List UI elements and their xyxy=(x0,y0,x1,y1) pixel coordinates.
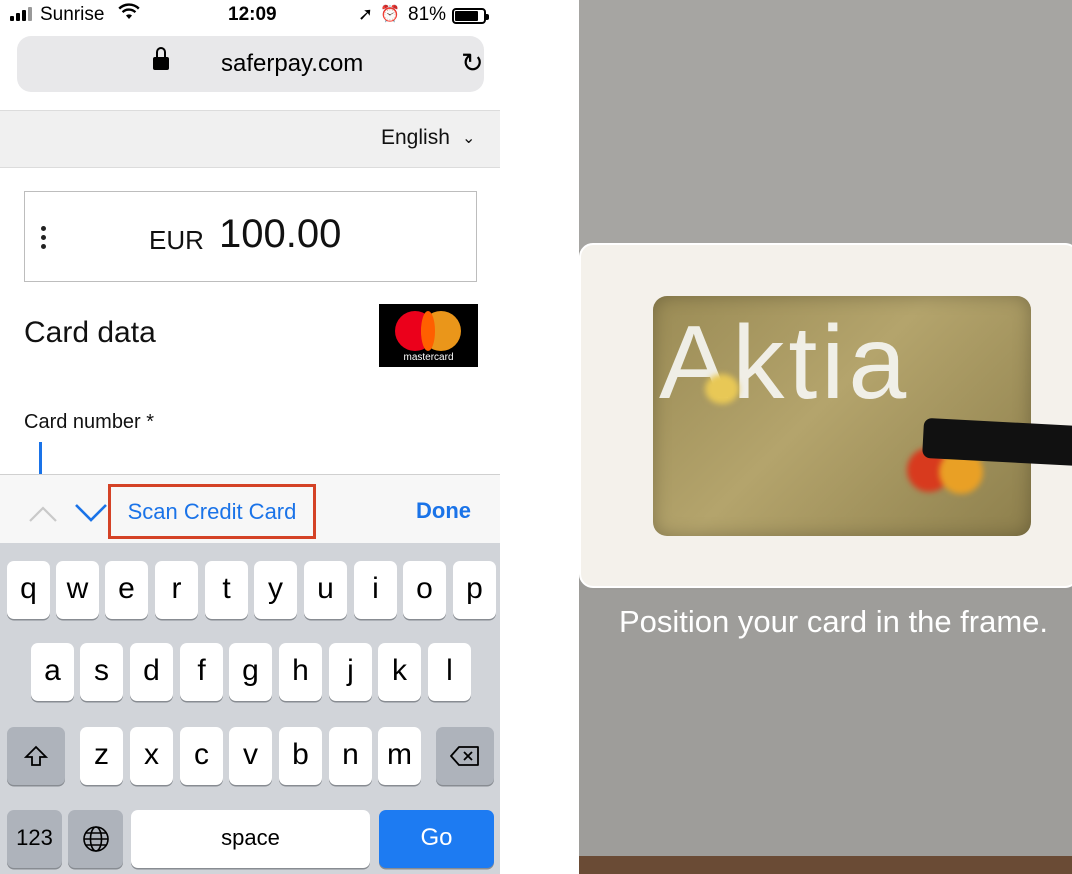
card-number-input[interactable] xyxy=(24,438,477,474)
card-chip xyxy=(705,374,739,404)
globe-icon xyxy=(82,826,109,852)
currency: EUR xyxy=(149,225,204,255)
key-y[interactable]: y xyxy=(254,561,297,619)
key-u[interactable]: u xyxy=(304,561,347,619)
key-r[interactable]: r xyxy=(155,561,198,619)
pen-object xyxy=(922,417,1072,467)
key-q[interactable]: q xyxy=(7,561,50,619)
key-m[interactable]: m xyxy=(378,727,421,785)
key-t[interactable]: t xyxy=(205,561,248,619)
key-i[interactable]: i xyxy=(354,561,397,619)
shift-key[interactable] xyxy=(7,727,65,785)
card-number-label: Card number * xyxy=(24,411,155,433)
key-h[interactable]: h xyxy=(279,643,322,701)
mastercard-logo: mastercard xyxy=(379,304,478,367)
backspace-key[interactable] xyxy=(436,727,494,785)
key-x[interactable]: x xyxy=(130,727,173,785)
key-s[interactable]: s xyxy=(80,643,123,701)
backspace-icon xyxy=(450,746,479,766)
shift-icon xyxy=(23,745,49,766)
globe-key[interactable] xyxy=(68,810,123,868)
key-d[interactable]: d xyxy=(130,643,173,701)
key-l[interactable]: l xyxy=(428,643,471,701)
scan-instruction: Position your card in the frame. xyxy=(619,604,1049,639)
battery-icon xyxy=(452,8,489,24)
space-key[interactable]: space xyxy=(131,810,370,868)
key-w[interactable]: w xyxy=(56,561,99,619)
key-c[interactable]: c xyxy=(180,727,223,785)
key-o[interactable]: o xyxy=(403,561,446,619)
alarm-icon: ⏰ xyxy=(380,6,400,23)
chevron-down-icon[interactable]: ⌄ xyxy=(462,128,475,148)
text-caret xyxy=(39,442,42,474)
go-key[interactable]: Go xyxy=(379,810,494,868)
card-data-heading: Card data xyxy=(24,316,156,349)
language-bar: English ⌄ xyxy=(0,110,500,168)
signal-icon xyxy=(10,7,32,21)
key-j[interactable]: j xyxy=(329,643,372,701)
battery-percent: 81% xyxy=(408,4,447,25)
location-arrow-icon: ➚ xyxy=(358,4,374,24)
keyboard-accessory-bar: Scan Credit Card Done xyxy=(0,474,500,543)
card-bank-logo: Aktia xyxy=(659,305,911,421)
carrier-name: Sunrise xyxy=(40,4,105,25)
key-v[interactable]: v xyxy=(229,727,272,785)
key-n[interactable]: n xyxy=(329,727,372,785)
address-bar[interactable]: saferpay.com ↻ xyxy=(17,36,484,92)
status-bar: Sunrise 12:09 ➚ ⏰ 81% xyxy=(0,0,500,32)
language-selector[interactable]: English xyxy=(381,126,450,150)
card-scanner-screen: Aktia Position your card in the frame. xyxy=(579,0,1072,874)
key-f[interactable]: f xyxy=(180,643,223,701)
camera-floor-strip xyxy=(579,856,1072,874)
amount-value: 100.00 xyxy=(219,212,342,256)
camera-background-top xyxy=(579,0,1072,250)
scan-credit-card-label: Scan Credit Card xyxy=(127,499,297,524)
key-p[interactable]: p xyxy=(453,561,496,619)
key-z[interactable]: z xyxy=(80,727,123,785)
scan-credit-card-button[interactable]: Scan Credit Card xyxy=(108,484,316,539)
reload-icon[interactable]: ↻ xyxy=(461,48,484,79)
mastercard-wordmark: mastercard xyxy=(403,352,454,363)
numbers-key[interactable]: 123 xyxy=(7,810,62,868)
more-menu-icon[interactable] xyxy=(41,226,46,249)
key-b[interactable]: b xyxy=(279,727,322,785)
key-a[interactable]: a xyxy=(31,643,74,701)
lock-icon xyxy=(153,47,169,72)
url-host: saferpay.com xyxy=(221,50,364,77)
amount-box: EUR 100.00 xyxy=(24,191,477,282)
clock: 12:09 xyxy=(228,4,277,25)
keyboard: q w e r t y u i o p a s d f g h j k l z … xyxy=(0,543,500,874)
previous-field-icon[interactable] xyxy=(28,499,58,529)
key-g[interactable]: g xyxy=(229,643,272,701)
payment-screen: Sunrise 12:09 ➚ ⏰ 81% saferpay.com ↻ Eng… xyxy=(0,0,500,874)
wifi-icon xyxy=(118,3,140,27)
key-k[interactable]: k xyxy=(378,643,421,701)
key-e[interactable]: e xyxy=(105,561,148,619)
next-field-icon[interactable] xyxy=(74,497,108,527)
page: Sunrise 12:09 ➚ ⏰ 81% saferpay.com ↻ Eng… xyxy=(0,0,1072,874)
credit-card-image: Aktia xyxy=(653,296,1031,536)
done-button[interactable]: Done xyxy=(416,498,471,524)
